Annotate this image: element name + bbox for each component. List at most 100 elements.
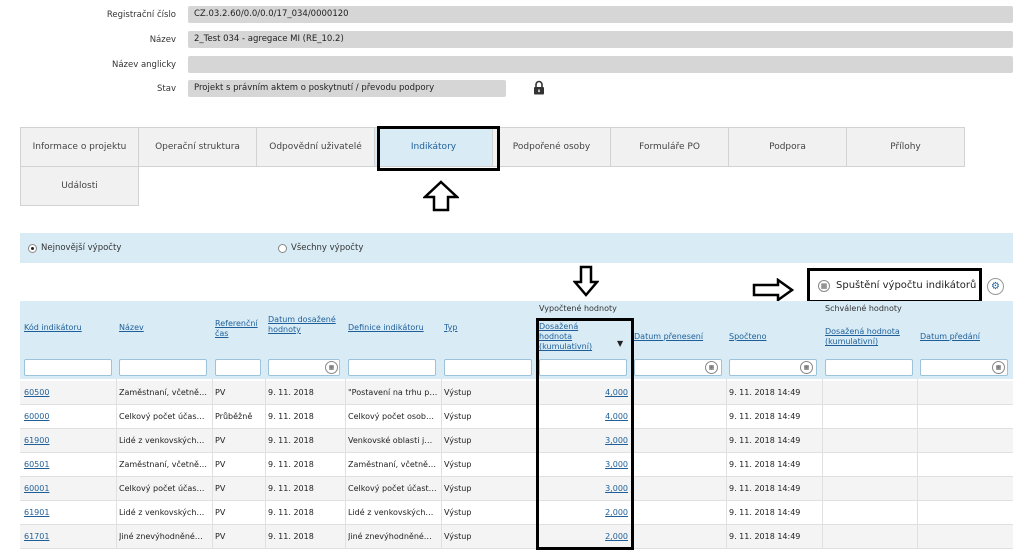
- col-header-definition[interactable]: Definice indikátoru: [348, 323, 438, 333]
- col-divider: [345, 379, 346, 549]
- tab-support[interactable]: Podpora: [728, 127, 847, 167]
- filter-approved-cum[interactable]: [825, 359, 913, 376]
- table-row[interactable]: 61900 Lidé z venkovských… PV 9. 11. 2018 Ven…: [20, 429, 1013, 453]
- run-calculation-button[interactable]: ▦ Spuštění výpočtu indikátorů: [807, 268, 982, 303]
- cell-name: Jiné znevýhodněné…: [119, 532, 203, 541]
- radio-all-dot[interactable]: [278, 243, 287, 253]
- cell-name: Zaměstnaní, včetně…: [119, 388, 207, 397]
- calendar-icon[interactable]: ▦: [992, 361, 1005, 374]
- col-header-code[interactable]: Kód indikátoru: [24, 323, 114, 333]
- cell-date: 9. 11. 2018: [268, 388, 314, 397]
- cell-code[interactable]: 61900: [24, 429, 112, 453]
- table-row[interactable]: 61901 Lidé z venkovských… PV 9. 11. 2018 Lid…: [20, 501, 1013, 525]
- radio-latest-dot[interactable]: [28, 243, 37, 253]
- col-divider: [116, 379, 117, 549]
- tab-events[interactable]: Události: [20, 166, 139, 206]
- tab-supported-persons[interactable]: Podpořené osoby: [492, 127, 611, 167]
- cell-computed: 9. 11. 2018 14:49: [729, 508, 801, 517]
- table-row[interactable]: 60500 Zaměstnaní, včetně… PV 9. 11. 2018 "Po…: [20, 381, 1013, 405]
- cell-def: Venkovské oblasti j…: [348, 436, 433, 445]
- calculator-icon: ▦: [818, 279, 830, 292]
- gear-icon[interactable]: ⚙: [987, 278, 1004, 295]
- cell-computed: 9. 11. 2018 14:49: [729, 412, 801, 421]
- up-arrow-annotation: [423, 180, 459, 212]
- tab-bar-row-2: Události: [20, 166, 972, 206]
- tab-po-forms[interactable]: Formuláře PO: [610, 127, 729, 167]
- col-header-computed[interactable]: Spočteno: [729, 332, 819, 342]
- group-approved-values: Schválené hodnoty: [825, 304, 902, 313]
- tab-operational-structure[interactable]: Operační struktura: [138, 127, 257, 167]
- calendar-icon[interactable]: ▦: [705, 361, 718, 374]
- registration-field[interactable]: CZ.03.2.60/0.0/0.0/17_034/0000120: [188, 6, 1013, 23]
- col-divider: [917, 379, 918, 549]
- calculation-filter-bar: Nejnovější výpočty Všechny výpočty: [20, 233, 1013, 263]
- tab-responsible-users[interactable]: Odpovědní uživatelé: [256, 127, 375, 167]
- table-row[interactable]: 60000 Celkový počet účast… Průběžně 9. 11. …: [20, 405, 1013, 429]
- cell-date: 9. 11. 2018: [268, 460, 314, 469]
- radio-latest[interactable]: Nejnovější výpočty: [28, 243, 121, 253]
- filter-name[interactable]: [119, 359, 207, 376]
- col-header-ref[interactable]: Referenční čas: [215, 319, 263, 339]
- cell-name: Celkový počet účast…: [119, 412, 207, 421]
- cell-type: Výstup: [444, 460, 472, 469]
- cell-ref: PV: [215, 388, 226, 397]
- cell-code[interactable]: 60501: [24, 453, 112, 477]
- cell-def: "Postavení na trhu p…: [348, 388, 438, 397]
- col-divider: [726, 379, 727, 549]
- cell-code[interactable]: 60001: [24, 477, 112, 501]
- col-header-type[interactable]: Typ: [444, 323, 504, 333]
- cell-code[interactable]: 60000: [24, 405, 112, 429]
- name-field[interactable]: 2_Test 034 - agregace MI (RE_10.2): [188, 31, 1013, 48]
- tab-attachments[interactable]: Přílohy: [846, 127, 965, 167]
- cell-ref: PV: [215, 508, 226, 517]
- cell-type: Výstup: [444, 532, 472, 541]
- cell-type: Výstup: [444, 436, 472, 445]
- cell-computed: 9. 11. 2018 14:49: [729, 388, 801, 397]
- filter-definition[interactable]: [348, 359, 436, 376]
- right-arrow-annotation: [752, 278, 794, 302]
- cell-date: 9. 11. 2018: [268, 436, 314, 445]
- cell-computed: 9. 11. 2018 14:49: [729, 436, 801, 445]
- cell-ref: Průběžně: [215, 412, 253, 421]
- cell-type: Výstup: [444, 388, 472, 397]
- name-en-field[interactable]: [188, 56, 1013, 73]
- cell-code[interactable]: 60500: [24, 381, 112, 405]
- cell-date: 9. 11. 2018: [268, 532, 314, 541]
- cell-name: Lidé z venkovských…: [119, 508, 205, 517]
- col-header-date-reached[interactable]: Datum dosažené hodnoty: [268, 315, 338, 335]
- calendar-icon[interactable]: ▦: [800, 361, 813, 374]
- radio-all[interactable]: Všechny výpočty: [278, 243, 363, 253]
- table-row[interactable]: 61701 Jiné znevýhodněné… PV 9. 11. 2018 Jiné…: [20, 525, 1013, 549]
- col-divider: [822, 379, 823, 549]
- indicators-tab-highlight: [377, 126, 500, 171]
- cell-computed: 9. 11. 2018 14:49: [729, 460, 801, 469]
- col-header-approved-cum[interactable]: Dosažená hodnota (kumulativní): [825, 327, 915, 347]
- cell-date: 9. 11. 2018: [268, 412, 314, 421]
- cell-type: Výstup: [444, 484, 472, 493]
- cell-def: Lidé z venkovských…: [348, 508, 434, 517]
- table-row[interactable]: 60501 Zaměstnaní, včetně… PV 9. 11. 2018 Zam…: [20, 453, 1013, 477]
- col-header-date-transfer[interactable]: Datum přenesení: [634, 332, 724, 342]
- cell-code[interactable]: 61901: [24, 501, 112, 525]
- table-row[interactable]: 60001 Celkový počet účast… PV 9. 11. 2018 Ce…: [20, 477, 1013, 501]
- filter-code[interactable]: [24, 359, 112, 376]
- cell-def: Jiné znevýhodněné…: [348, 532, 432, 541]
- state-field[interactable]: Projekt s právním aktem o poskytnutí / p…: [188, 80, 506, 97]
- col-divider: [265, 379, 266, 549]
- calendar-icon[interactable]: ▦: [325, 361, 338, 374]
- cell-name: Lidé z venkovských…: [119, 436, 205, 445]
- filter-ref[interactable]: [215, 359, 261, 376]
- name-label: Název: [149, 35, 176, 45]
- tab-project-info[interactable]: Informace o projektu: [20, 127, 139, 167]
- cell-code[interactable]: 61701: [24, 525, 112, 549]
- lock-icon: [534, 80, 544, 95]
- cell-type: Výstup: [444, 412, 472, 421]
- filter-type[interactable]: [444, 359, 532, 376]
- col-header-date-handover[interactable]: Datum předání: [920, 332, 1010, 342]
- run-calculation-label: Spuštění výpočtu indikátorů: [836, 280, 977, 291]
- radio-latest-label: Nejnovější výpočty: [41, 243, 122, 253]
- cell-type: Výstup: [444, 508, 472, 517]
- col-header-name[interactable]: Název: [119, 323, 209, 333]
- cell-computed: 9. 11. 2018 14:49: [729, 532, 801, 541]
- cell-name: Celkový počet účast…: [119, 484, 207, 493]
